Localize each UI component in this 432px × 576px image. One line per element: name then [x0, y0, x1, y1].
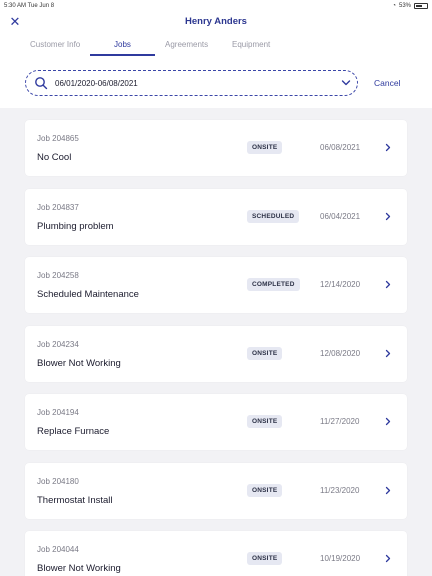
job-date: 06/04/2021: [320, 211, 361, 221]
job-number: Job 204194: [37, 408, 79, 417]
chevron-right-icon: [385, 486, 391, 494]
chevron-right-icon: [385, 349, 391, 357]
job-title: Blower Not Working: [37, 563, 121, 574]
app-header: 5:30 AM Tue Jun 8 ◔ 53% ✕ Henry Anders C…: [0, 0, 432, 108]
job-date: 11/27/2020: [320, 417, 360, 426]
job-number: Job 204180: [37, 476, 79, 486]
job-date: 12/14/2020: [320, 280, 361, 289]
job-card[interactable]: Job 204194 Replace Furnace ONSITE 11/27/…: [25, 394, 407, 450]
tab-bar: Customer Info Jobs Agreements Equipment: [0, 36, 432, 58]
job-title: Scheduled Maintenance: [37, 289, 139, 300]
job-date: 06/08/2021: [320, 143, 361, 152]
tab-equipment[interactable]: Equipment: [232, 40, 270, 49]
job-title: Replace Furnace: [37, 426, 110, 437]
date-range-input[interactable]: [55, 78, 315, 88]
job-card[interactable]: Job 204044 Blower Not Working ONSITE 10/…: [25, 531, 407, 576]
chevron-down-icon[interactable]: [341, 79, 351, 87]
status-bar: 5:30 AM Tue Jun 8 ◔ 53%: [0, 0, 432, 12]
page-title: Henry Anders: [185, 16, 247, 27]
chevron-right-icon: [385, 212, 391, 220]
job-number: Job 204044: [37, 545, 79, 554]
cancel-button[interactable]: Cancel: [374, 78, 400, 88]
job-number: Job 204837: [37, 202, 79, 212]
job-title: Plumbing problem: [37, 220, 114, 232]
chevron-right-icon: [385, 143, 391, 152]
job-title: Thermostat Install: [37, 494, 113, 506]
job-number: Job 204258: [37, 271, 79, 280]
tab-customer-info[interactable]: Customer Info: [30, 40, 80, 49]
job-date: 12/08/2020: [320, 348, 361, 358]
chevron-right-icon: [385, 280, 391, 289]
job-card[interactable]: Job 204258 Scheduled Maintenance COMPLET…: [25, 257, 407, 313]
tab-jobs[interactable]: Jobs: [114, 40, 131, 49]
job-number: Job 204234: [37, 339, 79, 349]
job-card[interactable]: Job 204865 No Cool ONSITE 06/08/2021: [25, 120, 407, 176]
status-badge: ONSITE: [247, 483, 283, 497]
status-badge: ONSITE: [247, 552, 283, 565]
job-date: 11/23/2020: [320, 485, 360, 495]
job-card[interactable]: Job 204234 Blower Not Working ONSITE 12/…: [25, 325, 407, 382]
status-badge: ONSITE: [247, 141, 283, 154]
job-card[interactable]: Job 204180 Thermostat Install ONSITE 11/…: [25, 462, 407, 519]
job-list: Job 204865 No Cool ONSITE 06/08/2021 Job…: [25, 120, 407, 576]
chevron-right-icon: [385, 417, 391, 426]
job-date: 10/19/2020: [320, 554, 361, 563]
tab-agreements[interactable]: Agreements: [165, 40, 208, 49]
search-icon: [35, 77, 48, 90]
status-indicators: ◔ 53%: [392, 3, 428, 9]
status-badge: COMPLETED: [247, 278, 300, 291]
job-number: Job 204865: [37, 134, 79, 143]
status-badge: SCHEDULED: [247, 209, 300, 223]
wifi-icon: ◔: [392, 3, 396, 9]
job-card[interactable]: Job 204837 Plumbing problem SCHEDULED 06…: [25, 188, 407, 245]
battery-icon: [414, 3, 428, 9]
status-badge: ONSITE: [247, 415, 283, 428]
active-tab-indicator: [90, 54, 155, 56]
job-title: Blower Not Working: [37, 357, 121, 369]
status-badge: ONSITE: [247, 346, 283, 360]
date-range-search[interactable]: [25, 70, 358, 96]
battery-percent: 53%: [398, 3, 411, 9]
chevron-right-icon: [385, 554, 391, 563]
status-time: 5:30 AM Tue Jun 8: [4, 3, 55, 9]
job-title: No Cool: [37, 152, 72, 163]
